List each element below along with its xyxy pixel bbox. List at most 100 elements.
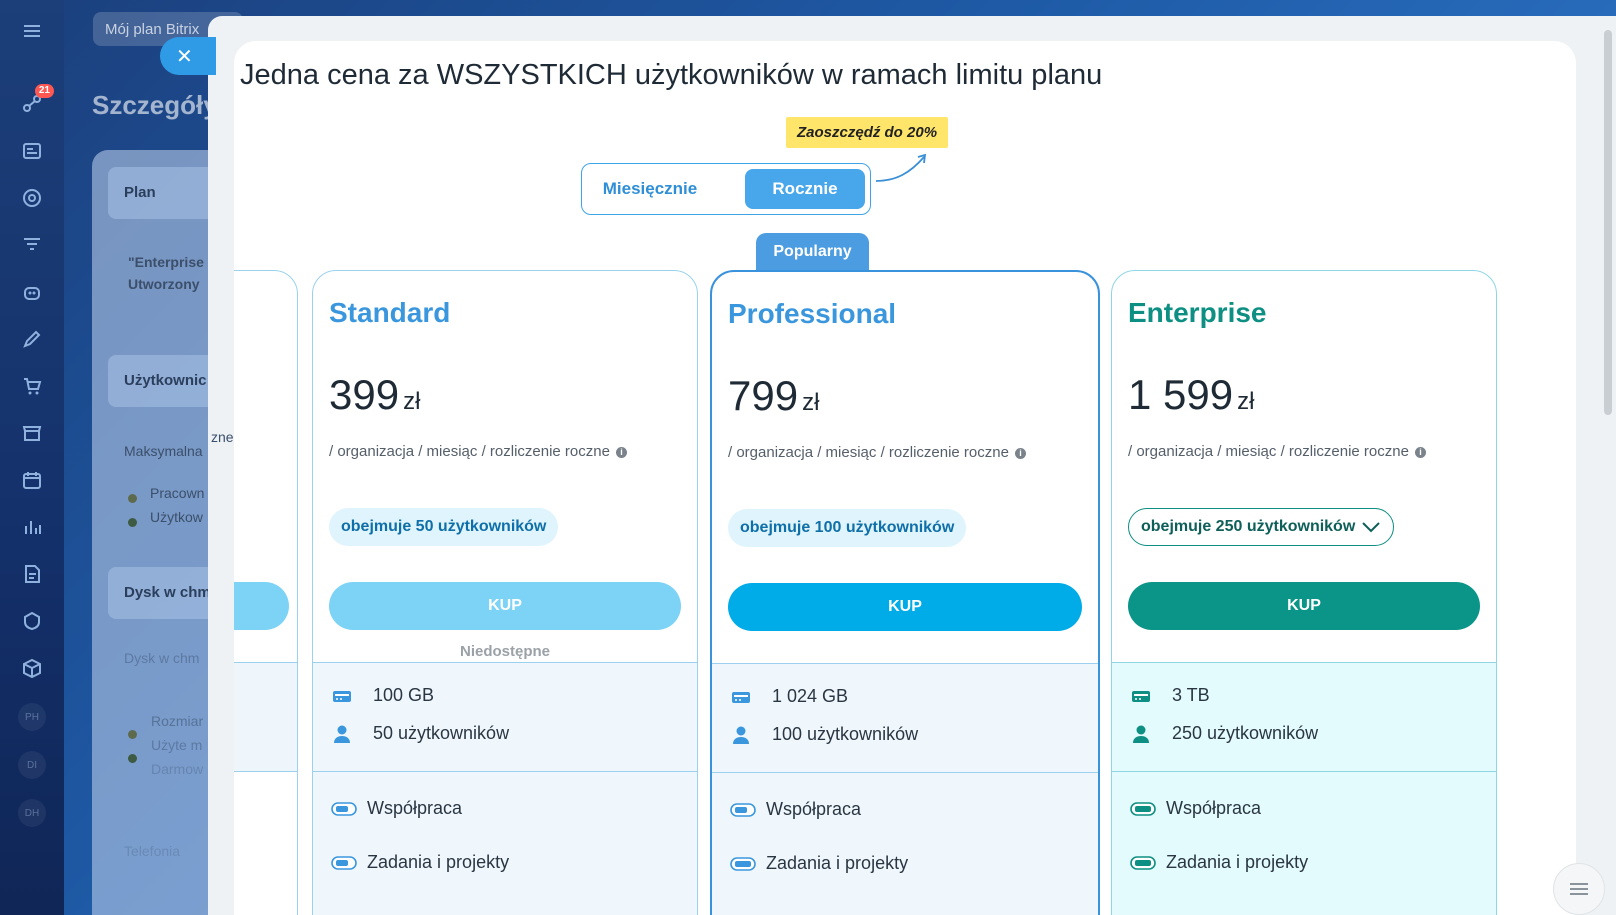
- toggle-feature-icon: [1130, 799, 1156, 819]
- feature-label: Współpraca: [766, 799, 862, 819]
- app-ph-icon[interactable]: PH: [18, 703, 46, 731]
- price-currency: zł: [802, 389, 820, 416]
- feature-label: Zadania i projekty: [766, 853, 909, 873]
- users-value: 250 użytkowników: [1172, 723, 1319, 743]
- max-users-label-tail: zne: [211, 429, 234, 445]
- storage-value: 1 024 GB: [772, 686, 849, 706]
- calendar-icon[interactable]: [16, 464, 48, 496]
- shield-icon[interactable]: [16, 605, 48, 637]
- price-currency: zł: [403, 388, 421, 415]
- info-icon[interactable]: i: [1014, 448, 1026, 459]
- plan-card-previous: [234, 270, 298, 915]
- users-row: 50 użytkowników: [331, 723, 509, 744]
- pricing-heading: Jedna cena za WSZYSTKICH użytkowników w …: [240, 59, 1103, 91]
- storage-icon: [1130, 686, 1156, 706]
- toggle-feature-icon: [1130, 853, 1156, 873]
- yearly-option[interactable]: Rocznie: [745, 169, 865, 209]
- feature-label: Współpraca: [367, 798, 463, 818]
- plan-name: Enterprise: [1128, 297, 1267, 328]
- plan-features: Współpraca Zadania i projekty: [712, 773, 1098, 915]
- plan-card-professional: Professional 799 zł / organizacja / miesi…: [710, 270, 1100, 915]
- plan-features: Współpraca Zadania i projekty: [1112, 772, 1496, 915]
- plan-resources-previous: [234, 662, 297, 772]
- close-icon: ✕: [176, 45, 193, 68]
- robot-icon[interactable]: [16, 276, 48, 308]
- scrollbar[interactable]: [1604, 30, 1612, 415]
- price-value: 1 599: [1128, 371, 1234, 418]
- billing-period: / organizacja / miesiąc / rozliczenie ro…: [329, 443, 627, 460]
- users-included-pill: obejmuje 50 użytkowników: [329, 508, 559, 546]
- period-text: / organizacja / miesiąc / rozliczenie ro…: [1128, 443, 1409, 460]
- storage-row: 1 024 GB: [730, 686, 848, 707]
- pen-icon[interactable]: [16, 323, 48, 355]
- feature-row: Współpraca: [331, 798, 462, 819]
- buy-button-previous[interactable]: [234, 582, 289, 630]
- users-value: 100 użytkowników: [772, 724, 919, 744]
- user-icon: [1130, 724, 1156, 744]
- price-currency: zł: [1237, 388, 1255, 415]
- monthly-option[interactable]: Miesięcznie: [590, 169, 710, 209]
- close-button[interactable]: ✕: [160, 37, 216, 75]
- toggle-feature-icon: [730, 800, 756, 820]
- feature-row: Zadania i projekty: [730, 853, 908, 874]
- plan-name: Professional: [728, 298, 897, 329]
- users-row: 250 użytkowników: [1130, 723, 1318, 744]
- toggle-feature-icon: [730, 854, 756, 874]
- feature-row: Zadania i projekty: [1130, 852, 1308, 873]
- feature-row: Współpraca: [1130, 798, 1261, 819]
- page-title: Szczegóły: [92, 90, 218, 120]
- crm-icon[interactable]: [16, 135, 48, 167]
- feature-label: Zadania i projekty: [1166, 852, 1309, 872]
- storage-row: 3 TB: [1130, 685, 1210, 706]
- plan-card-enterprise: Enterprise 1 599 zł / organizacja / miesi…: [1111, 270, 1497, 915]
- plan-resources: 3 TB 250 użytkowników: [1112, 662, 1496, 772]
- buy-button[interactable]: KUP: [329, 582, 681, 630]
- plan-resources: 100 GB 50 użytkowników: [313, 662, 697, 772]
- activity-icon[interactable]: 21: [16, 84, 54, 120]
- curved-arrow-icon: [875, 153, 927, 182]
- toggle-feature-icon: [331, 853, 357, 873]
- status-dot: [128, 518, 137, 527]
- list-icon: [1570, 883, 1588, 895]
- billing-toggle: Miesięcznie Rocznie: [581, 163, 871, 215]
- plan-price: 1 599 zł: [1128, 371, 1254, 419]
- period-text: / organizacja / miesiąc / rozliczenie ro…: [329, 443, 610, 460]
- funnel-icon[interactable]: [16, 229, 48, 261]
- info-icon[interactable]: i: [615, 447, 627, 458]
- price-value: 799: [728, 372, 799, 419]
- box-icon[interactable]: [16, 652, 48, 684]
- feature-row: Zadania i projekty: [331, 852, 509, 873]
- cart-icon[interactable]: [16, 370, 48, 402]
- plan-price: 799 zł: [728, 372, 819, 420]
- storage-icon: [331, 686, 357, 706]
- users-included-pill: obejmuje 100 użytkowników: [728, 509, 967, 547]
- storage-icon: [730, 687, 756, 707]
- plan-features: Współpraca Zadania i projekty: [313, 772, 697, 915]
- save-badge: Zaoszczędź do 20%: [786, 117, 949, 148]
- chevron-down-icon: [1362, 522, 1380, 533]
- users-value: 50 użytkowników: [373, 723, 510, 743]
- plan-resources: 1 024 GB 100 użytkowników: [712, 663, 1098, 773]
- status-dot: [128, 494, 137, 503]
- target-icon[interactable]: [16, 182, 48, 214]
- menu-icon[interactable]: [16, 15, 48, 47]
- store-icon[interactable]: [16, 417, 48, 449]
- analytics-icon[interactable]: [16, 511, 48, 543]
- info-icon[interactable]: i: [1414, 447, 1426, 458]
- toggle-feature-icon: [331, 799, 357, 819]
- unavailable-label: Niedostępne: [459, 643, 550, 660]
- notification-badge: 21: [34, 84, 54, 98]
- period-text: / organizacja / miesiąc / rozliczenie ro…: [728, 444, 1009, 461]
- storage-row: 100 GB: [331, 685, 434, 706]
- users-dropdown[interactable]: obejmuje 250 użytkowników: [1128, 508, 1395, 546]
- users-row: 100 użytkowników: [730, 724, 918, 745]
- feature-row: Współpraca: [730, 799, 861, 820]
- background-page: Mój plan Bitrix Szczegóły Plan "Enterpri…: [64, 0, 282, 915]
- list-menu-button[interactable]: [1553, 863, 1605, 915]
- buy-button[interactable]: KUP: [1128, 582, 1480, 630]
- document-icon[interactable]: [16, 558, 48, 590]
- app-dh-icon[interactable]: DH: [18, 799, 46, 827]
- app-di-icon[interactable]: DI: [18, 751, 46, 779]
- buy-button[interactable]: KUP: [728, 583, 1082, 631]
- plan-name: Standard: [329, 297, 451, 328]
